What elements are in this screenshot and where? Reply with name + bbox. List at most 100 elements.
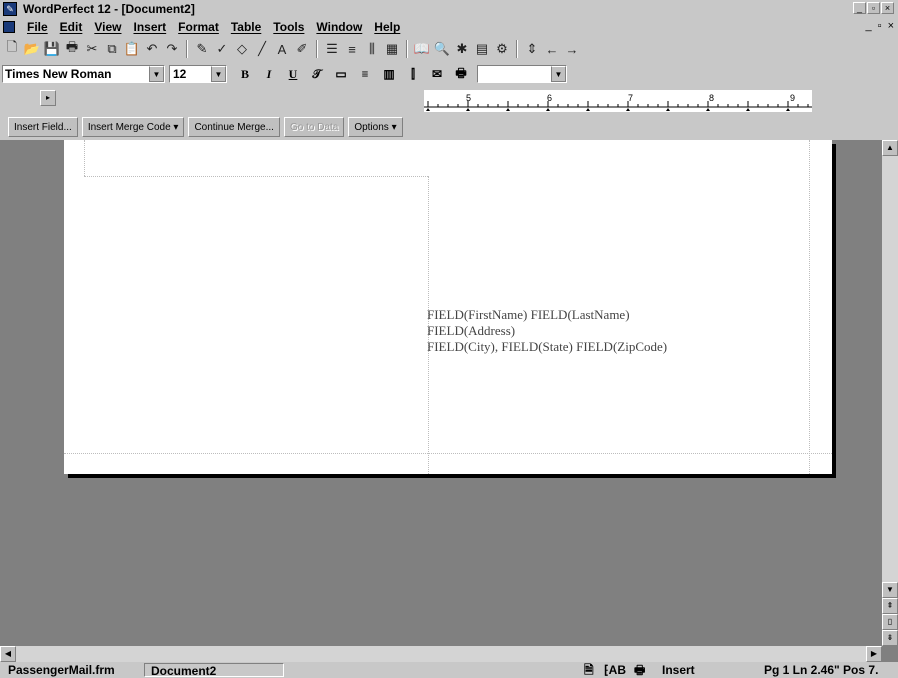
table-icon[interactable]: ▦ — [382, 39, 402, 59]
status-document-tab[interactable]: Document2 — [144, 663, 284, 678]
undo-icon[interactable]: ↶ — [142, 39, 162, 59]
wordperfect-app-icon[interactable]: ✎ — [3, 2, 17, 16]
menu-insert[interactable]: Insert — [127, 20, 172, 34]
paste-icon[interactable]: 📋 — [122, 39, 142, 59]
numbering-icon[interactable]: ≡ — [342, 39, 362, 59]
options-label: Options — [354, 121, 389, 133]
spellcheck-icon[interactable]: ✓ — [212, 39, 232, 59]
print-preview-icon[interactable]: 🖶 — [449, 64, 473, 84]
chevron-down-icon[interactable]: ▼ — [149, 66, 164, 82]
envelope-icon[interactable]: ✉ — [425, 64, 449, 84]
format-icon[interactable]: ⚙ — [492, 39, 512, 59]
save-icon[interactable]: 💾 — [42, 39, 62, 59]
scroll-left-icon[interactable]: ◀ — [0, 646, 16, 662]
new-document-icon[interactable]: 🗋 — [2, 39, 22, 59]
underline-icon[interactable]: U — [281, 64, 305, 84]
menu-edit[interactable]: Edit — [54, 20, 89, 34]
previous-page-icon[interactable]: ⇞ — [882, 598, 898, 614]
pen-icon[interactable]: ✐ — [292, 39, 312, 59]
scroll-down-icon[interactable]: ▼ — [882, 582, 898, 598]
continue-merge-button[interactable]: Continue Merge... — [188, 117, 280, 137]
status-doc-icon[interactable]: 🗎 — [584, 663, 594, 677]
horizontal-scrollbar[interactable]: ◀ ▶ — [0, 646, 882, 662]
document-page[interactable]: FIELD(FirstName) FIELD(LastName) FIELD(Ad… — [64, 140, 832, 474]
restore-icon[interactable]: ▫ — [867, 2, 880, 14]
menu-table[interactable]: Table — [225, 20, 267, 34]
status-ab-icon[interactable]: ⁅AB — [604, 663, 626, 677]
bullets-icon[interactable]: ☰ — [322, 39, 342, 59]
ruler-label-8: 8 — [709, 93, 714, 103]
justify-icon[interactable]: ≡ — [353, 64, 377, 84]
open-folder-icon[interactable]: 📂 — [22, 39, 42, 59]
text-chart-icon[interactable]: ▥ — [377, 64, 401, 84]
ruler-label-9: 9 — [790, 93, 795, 103]
minimize-icon[interactable]: _ — [853, 2, 866, 14]
italic-icon[interactable]: I — [257, 64, 281, 84]
status-printer-icon[interactable]: 🖶 — [634, 663, 645, 677]
font-select[interactable]: Times New Roman ▼ — [2, 65, 165, 83]
menu-file[interactable]: File — [21, 20, 54, 34]
zoom-icon[interactable]: 🔍 — [432, 39, 452, 59]
symbol-icon[interactable]: ✱ — [452, 39, 472, 59]
document-icon[interactable] — [3, 21, 15, 33]
options-button[interactable]: Options ▾ — [348, 117, 403, 137]
highlight-color-icon[interactable]: ▭ — [329, 64, 353, 84]
book-icon[interactable]: 📖 — [412, 39, 432, 59]
tab-stop-marker — [746, 108, 750, 111]
doc-close-icon[interactable]: × — [888, 20, 894, 32]
textbox-icon[interactable]: A — [272, 39, 292, 59]
font-color-icon[interactable]: 𝒯 — [305, 64, 329, 84]
draw-shape-icon[interactable]: ◇ — [232, 39, 252, 59]
copy-icon[interactable]: ⧉ — [102, 39, 122, 59]
insert-field-label: Insert Field... — [14, 121, 72, 133]
tab-stop-marker — [466, 108, 470, 111]
back-arrow-icon[interactable]: ← — [542, 39, 562, 59]
cut-icon[interactable]: ✂ — [82, 39, 102, 59]
margin-guide — [809, 140, 810, 474]
redo-icon[interactable]: ↷ — [162, 39, 182, 59]
doc-restore-icon[interactable]: ▫ — [878, 20, 882, 32]
ruler[interactable]: 5 6 7 8 9 — [424, 90, 812, 112]
font-size-select[interactable]: 12 ▼ — [169, 65, 227, 83]
chevron-down-icon[interactable]: ▼ — [551, 66, 566, 82]
next-page-icon[interactable]: ⇟ — [882, 630, 898, 646]
ruler-label-5: 5 — [466, 93, 471, 103]
chart-icon[interactable]: ▤ — [472, 39, 492, 59]
go-to-data-button[interactable]: Go to Data — [283, 117, 345, 137]
forward-arrow-icon[interactable]: → — [562, 39, 582, 59]
insert-field-button[interactable]: Insert Field... — [8, 117, 78, 137]
close-icon[interactable]: × — [881, 2, 894, 14]
insert-merge-code-button[interactable]: Insert Merge Code ▾ — [81, 117, 185, 137]
tab-stop-marker — [626, 108, 630, 111]
line-icon[interactable]: ╱ — [252, 39, 272, 59]
toolbar-separator — [186, 40, 188, 58]
vertical-scrollbar[interactable]: ▲ ▼ ⇞ ▯ ⇟ — [882, 140, 898, 646]
scroll-up-icon[interactable]: ▲ — [882, 140, 898, 156]
columns-layout-icon[interactable]: ⫿ — [401, 64, 425, 84]
menu-window[interactable]: Window — [310, 20, 368, 34]
document-area[interactable]: FIELD(FirstName) FIELD(LastName) FIELD(Ad… — [0, 140, 882, 646]
up-down-icon[interactable]: ⇕ — [522, 39, 542, 59]
tab-stop-marker — [426, 108, 430, 111]
menu-help[interactable]: Help — [368, 20, 406, 34]
bold-icon[interactable]: B — [233, 64, 257, 84]
print-icon[interactable]: 🖶 — [62, 39, 82, 59]
page-view-icon[interactable]: ▯ — [882, 614, 898, 630]
menu-view[interactable]: View — [88, 20, 127, 34]
merge-field-text[interactable]: FIELD(FirstName) FIELD(LastName) FIELD(Ad… — [427, 307, 667, 355]
style-select[interactable]: ▼ — [477, 65, 567, 83]
menu-tools[interactable]: Tools — [267, 20, 310, 34]
chevron-down-icon: ▾ — [391, 121, 397, 133]
status-file-name[interactable]: PassengerMail.frm — [8, 663, 115, 677]
chevron-down-icon[interactable]: ▼ — [211, 66, 226, 82]
doc-minimize-icon[interactable]: _ — [866, 20, 872, 32]
highlight-icon[interactable]: ✎ — [192, 39, 212, 59]
ruler-tab-button[interactable]: ▸ — [40, 90, 56, 106]
columns-icon[interactable]: ⫼ — [362, 39, 382, 59]
menu-format[interactable]: Format — [172, 20, 225, 34]
status-position[interactable]: Pg 1 Ln 2.46" Pos 7. — [764, 663, 878, 677]
scroll-right-icon[interactable]: ▶ — [866, 646, 882, 662]
status-insert-mode[interactable]: Insert — [662, 663, 695, 677]
toolbar-separator — [406, 40, 408, 58]
font-name: Times New Roman — [5, 67, 112, 81]
